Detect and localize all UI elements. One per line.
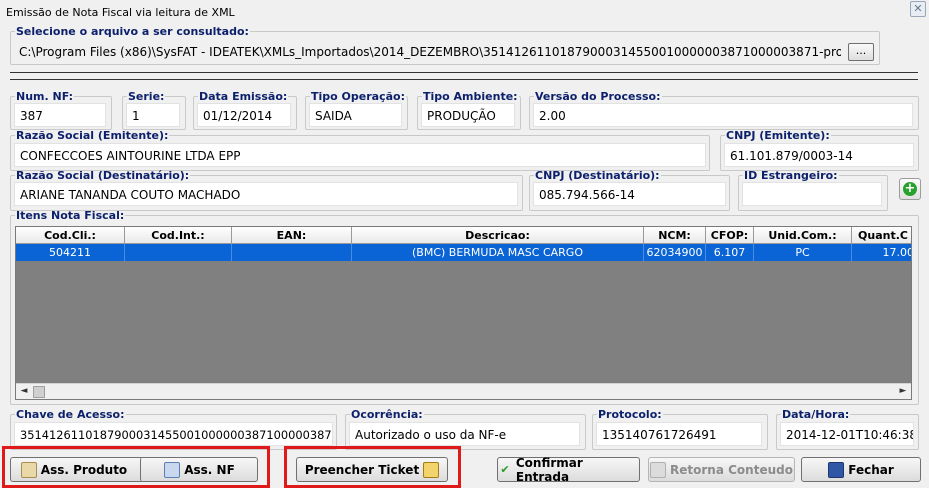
id-estrangeiro-field[interactable] — [742, 182, 882, 206]
tipo-ambiente-label: Tipo Ambiente: — [423, 90, 518, 103]
highlight-box-assign — [2, 446, 270, 488]
close-icon[interactable]: ✕ — [910, 1, 926, 17]
ocorrencia-field[interactable]: Autorizado o uso da NF-e — [349, 422, 580, 446]
scroll-right-icon[interactable]: ► — [898, 386, 908, 396]
cell-cfop: 6.107 — [706, 244, 754, 261]
cnpj-emitente-field[interactable]: 61.101.879/0003-14 — [724, 143, 914, 167]
scroll-thumb[interactable] — [33, 386, 45, 398]
fechar-button[interactable]: Fechar — [801, 457, 921, 482]
chave-acesso-field[interactable]: 3514126110187900031455001000000387100000… — [14, 422, 333, 446]
grid-header: Cod.Cli.: Cod.Int.: EAN: Descricao: NCM:… — [16, 227, 911, 244]
col-ean[interactable]: EAN: — [232, 227, 352, 244]
title-bar: Emissão de Nota Fiscal via leitura de XM… — [0, 0, 929, 26]
add-button[interactable]: + — [899, 178, 921, 200]
return-icon — [650, 461, 667, 478]
browse-button[interactable]: ... — [848, 43, 874, 61]
ocorrencia-label: Ocorrência: — [351, 408, 423, 421]
itens-grid[interactable]: Cod.Cli.: Cod.Int.: EAN: Descricao: NCM:… — [15, 226, 912, 400]
versao-processo-field[interactable]: 2.00 — [533, 103, 913, 127]
razao-destinatario-field[interactable]: ARIANE TANANDA COUTO MACHADO — [14, 182, 518, 206]
retorna-conteudo-label: Retorna Conteudo — [670, 462, 793, 477]
scroll-left-icon[interactable]: ◄ — [19, 386, 29, 396]
col-descricao[interactable]: Descricao: — [352, 227, 644, 244]
cell-ncm: 62034900 — [644, 244, 706, 261]
fechar-label: Fechar — [848, 462, 894, 477]
horizontal-scrollbar[interactable]: ◄ ► — [16, 383, 911, 399]
razao-emitente-label: Razão Social (Emitente): — [16, 129, 169, 142]
col-unid-com[interactable]: Unid.Com.: — [754, 227, 852, 244]
tipo-operacao-field[interactable]: SAIDA — [309, 103, 402, 127]
chave-acesso-label: Chave de Acesso: — [16, 408, 125, 421]
separator-1 — [10, 72, 918, 73]
serie-label: Serie: — [128, 90, 165, 103]
id-estrangeiro-label: ID Estrangeiro: — [744, 169, 838, 182]
file-select-label: Selecione o arquivo a ser consultado: — [16, 25, 249, 38]
protocolo-label: Protocolo: — [598, 408, 662, 421]
highlight-box-ticket — [284, 446, 461, 488]
data-hora-field[interactable]: 2014-12-01T10:46:38 — [780, 422, 914, 446]
col-quant[interactable]: Quant.C — [852, 227, 911, 244]
cell-unid-com: PC — [754, 244, 852, 261]
num-nf-field[interactable]: 387 — [14, 103, 106, 127]
versao-processo-label: Versão do Processo: — [535, 90, 661, 103]
col-cod-int[interactable]: Cod.Int.: — [125, 227, 232, 244]
table-row[interactable]: 504211 (BMC) BERMUDA MASC CARGO 62034900… — [16, 244, 912, 261]
cell-descricao: (BMC) BERMUDA MASC CARGO — [352, 244, 644, 261]
data-emissao-field[interactable]: 01/12/2014 — [197, 103, 291, 127]
exit-door-icon — [828, 461, 845, 478]
razao-destinatario-label: Razão Social (Destinatário): — [16, 169, 190, 182]
retorna-conteudo-button[interactable]: Retorna Conteudo — [648, 457, 795, 482]
separator-2 — [10, 79, 918, 80]
col-ncm[interactable]: NCM: — [644, 227, 706, 244]
col-cod-cli[interactable]: Cod.Cli.: — [16, 227, 125, 244]
itens-label: Itens Nota Fiscal: — [16, 209, 125, 222]
cell-cod-int — [125, 244, 232, 261]
col-cfop[interactable]: CFOP: — [706, 227, 754, 244]
cnpj-destinatario-label: CNPJ (Destinatário): — [535, 169, 660, 182]
serie-field[interactable]: 1 — [126, 103, 180, 127]
cell-ean — [232, 244, 352, 261]
check-icon: ✔ — [500, 462, 510, 476]
plus-icon: + — [903, 181, 917, 196]
tipo-operacao-label: Tipo Operação: — [311, 90, 405, 103]
razao-emitente-field[interactable]: CONFECCOES AINTOURINE LTDA EPP — [14, 143, 706, 167]
cell-quant: 17.00 — [882, 246, 912, 259]
num-nf-label: Num. NF: — [16, 90, 74, 103]
data-hora-label: Data/Hora: — [782, 408, 850, 421]
confirmar-entrada-label: Confirmar Entrada — [515, 455, 583, 484]
protocolo-field[interactable]: 135140761726491 — [596, 422, 762, 446]
window-title: Emissão de Nota Fiscal via leitura de XM… — [6, 6, 235, 19]
cell-cod-cli: 504211 — [16, 244, 125, 261]
cnpj-destinatario-field[interactable]: 085.794.566-14 — [533, 182, 726, 206]
cnpj-emitente-label: CNPJ (Emitente): — [726, 129, 830, 142]
confirmar-entrada-button[interactable]: ✔ Confirmar Entrada — [497, 455, 640, 484]
file-path-field[interactable]: C:\Program Files (x86)\SysFAT - IDEATEK\… — [19, 45, 841, 59]
tipo-ambiente-field[interactable]: PRODUÇÃO — [421, 103, 515, 127]
data-emissao-label: Data Emissão: — [199, 90, 288, 103]
